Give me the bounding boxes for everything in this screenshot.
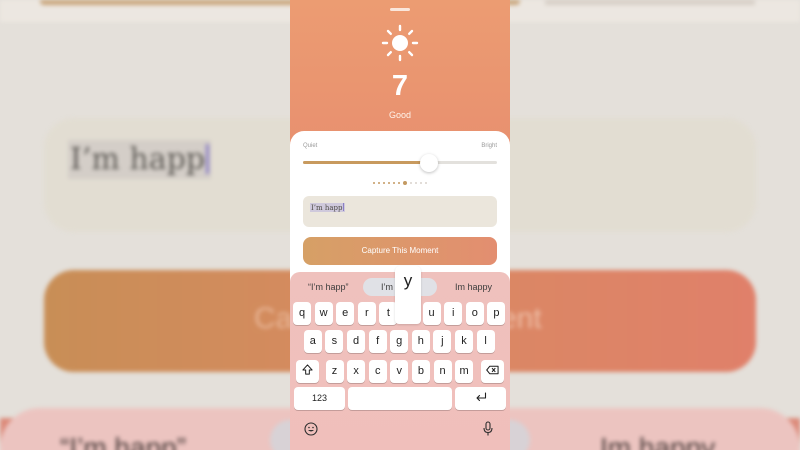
page-dot bbox=[373, 182, 375, 184]
bg-suggestion-left: “I’m happ” bbox=[60, 432, 187, 450]
key-g[interactable]: g bbox=[390, 330, 409, 353]
page-dot bbox=[393, 182, 395, 184]
return-icon bbox=[475, 392, 486, 402]
key-u[interactable]: u bbox=[422, 302, 441, 325]
delete-key[interactable] bbox=[481, 360, 504, 383]
mood-slider[interactable] bbox=[303, 154, 497, 172]
bg-top-bar-right bbox=[545, 0, 755, 5]
page-dot bbox=[415, 182, 417, 184]
text-cursor bbox=[342, 203, 344, 211]
bg-entry-text: I’m happ bbox=[68, 140, 211, 179]
key-o[interactable]: o bbox=[465, 302, 484, 325]
page-dot bbox=[378, 182, 380, 184]
page-dot bbox=[410, 182, 412, 184]
delete-icon bbox=[486, 365, 499, 375]
key-x[interactable]: x bbox=[347, 360, 366, 383]
moment-text: I’m happ bbox=[310, 203, 345, 212]
page-dot bbox=[420, 182, 422, 184]
key-k[interactable]: k bbox=[455, 330, 473, 353]
suggestion-quoted[interactable]: “I’m happ” bbox=[308, 282, 349, 292]
page-dot bbox=[425, 182, 427, 184]
space-key[interactable] bbox=[348, 387, 452, 410]
key-p[interactable]: p bbox=[487, 302, 506, 325]
key-d[interactable]: d bbox=[347, 330, 365, 353]
key-m[interactable]: m bbox=[455, 360, 474, 383]
key-i[interactable]: i bbox=[444, 302, 463, 325]
key-n[interactable]: n bbox=[433, 360, 452, 383]
key-c[interactable]: c bbox=[368, 360, 387, 383]
phone-screen: 7 Good Quiet Bright I’m happ Capture Thi… bbox=[290, 0, 510, 450]
slider-fill bbox=[303, 161, 430, 164]
page-dot bbox=[383, 182, 385, 184]
key-h[interactable]: h bbox=[411, 330, 430, 353]
key-w[interactable]: w bbox=[314, 302, 333, 325]
mood-label: Good bbox=[388, 110, 412, 120]
page-dots bbox=[290, 181, 510, 185]
key-popup-y: y bbox=[395, 266, 421, 324]
key-b[interactable]: b bbox=[411, 360, 430, 383]
page-dot bbox=[388, 182, 390, 184]
sun-icon bbox=[381, 24, 419, 62]
key-q[interactable]: q bbox=[293, 302, 311, 325]
bg-suggestion-right: Im happy bbox=[600, 432, 716, 450]
mood-score: 7 bbox=[391, 70, 409, 102]
key-v[interactable]: v bbox=[390, 360, 409, 383]
key-f[interactable]: f bbox=[368, 330, 387, 353]
numbers-key[interactable]: 123 bbox=[294, 387, 345, 410]
emoji-icon[interactable] bbox=[304, 422, 318, 436]
key-z[interactable]: z bbox=[325, 360, 344, 383]
return-key[interactable] bbox=[455, 387, 506, 410]
page-dot bbox=[398, 182, 400, 184]
shift-key[interactable] bbox=[296, 360, 319, 383]
slider-label-quiet: Quiet bbox=[303, 143, 318, 149]
key-j[interactable]: j bbox=[433, 330, 452, 353]
capture-moment-button[interactable]: Capture This Moment bbox=[303, 237, 497, 265]
keyboard: “I’m happ” I’m Im happy qwertuiopasdfghj… bbox=[290, 266, 510, 450]
page-dot-current bbox=[403, 181, 407, 185]
key-r[interactable]: r bbox=[357, 302, 376, 325]
mood-header: 7 Good bbox=[290, 0, 510, 150]
sheet-handle[interactable] bbox=[390, 8, 410, 11]
suggestion-im-happy[interactable]: Im happy bbox=[455, 282, 492, 292]
key-e[interactable]: e bbox=[336, 302, 355, 325]
bg-button-text-left: Ca bbox=[254, 302, 293, 335]
key-l[interactable]: l bbox=[476, 330, 495, 353]
slider-label-bright: Bright bbox=[481, 143, 497, 149]
moment-text-field[interactable]: I’m happ bbox=[303, 196, 497, 227]
mic-icon[interactable] bbox=[483, 421, 493, 437]
key-s[interactable]: s bbox=[325, 330, 344, 353]
shift-icon bbox=[302, 364, 313, 375]
key-a[interactable]: a bbox=[303, 330, 322, 353]
slider-thumb[interactable] bbox=[420, 154, 439, 172]
